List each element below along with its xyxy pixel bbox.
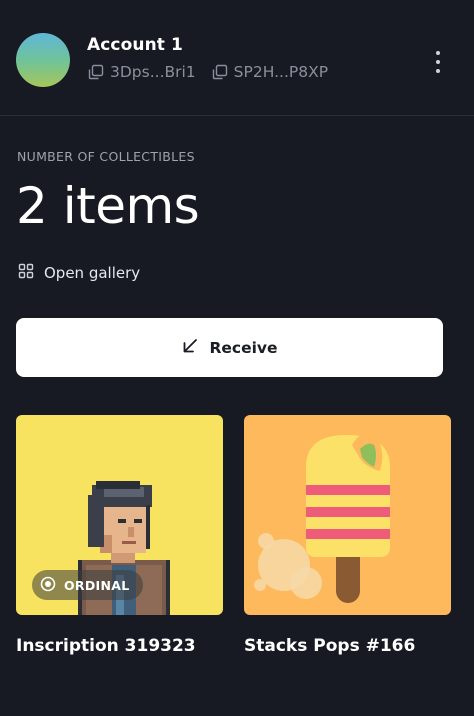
receive-button[interactable]: Receive [16,318,443,377]
stx-address-copy[interactable]: SP2H...P8XP [212,63,328,81]
open-gallery-label: Open gallery [44,264,141,282]
inscription-title[interactable]: Inscription 319323 [16,636,196,656]
collectibles-count: 2 items [16,177,200,235]
avatar[interactable] [16,33,70,87]
account-name[interactable]: Account 1 [87,35,183,55]
copy-icon [88,64,104,80]
copy-icon [212,64,228,80]
collectibles-count-label: NUMBER OF COLLECTIBLES [17,149,195,164]
btc-address-copy[interactable]: 3Dps...Bri1 [88,63,196,81]
grid-icon [18,263,34,283]
stacks-pops-title[interactable]: Stacks Pops #166 [244,636,415,656]
popsicle-image [254,434,390,603]
collectible-card-stacks-pops[interactable] [244,415,451,615]
more-vertical-icon[interactable] [430,48,446,76]
arrow-down-left-icon [181,337,199,359]
receive-label: Receive [209,338,278,357]
ordinal-badge-label: ORDINAL [64,577,130,593]
open-gallery-link[interactable]: Open gallery [18,263,140,283]
account-header: Account 1 3Dps...Bri1 SP2H...P8XP [0,0,474,116]
collectible-card-inscription[interactable]: ORDINAL [16,415,223,615]
address-row: 3Dps...Bri1 SP2H...P8XP [88,63,328,81]
ordinal-icon [40,576,56,595]
btc-address: 3Dps...Bri1 [110,63,196,81]
ordinal-badge: ORDINAL [32,570,144,600]
stx-address: SP2H...P8XP [233,63,329,81]
